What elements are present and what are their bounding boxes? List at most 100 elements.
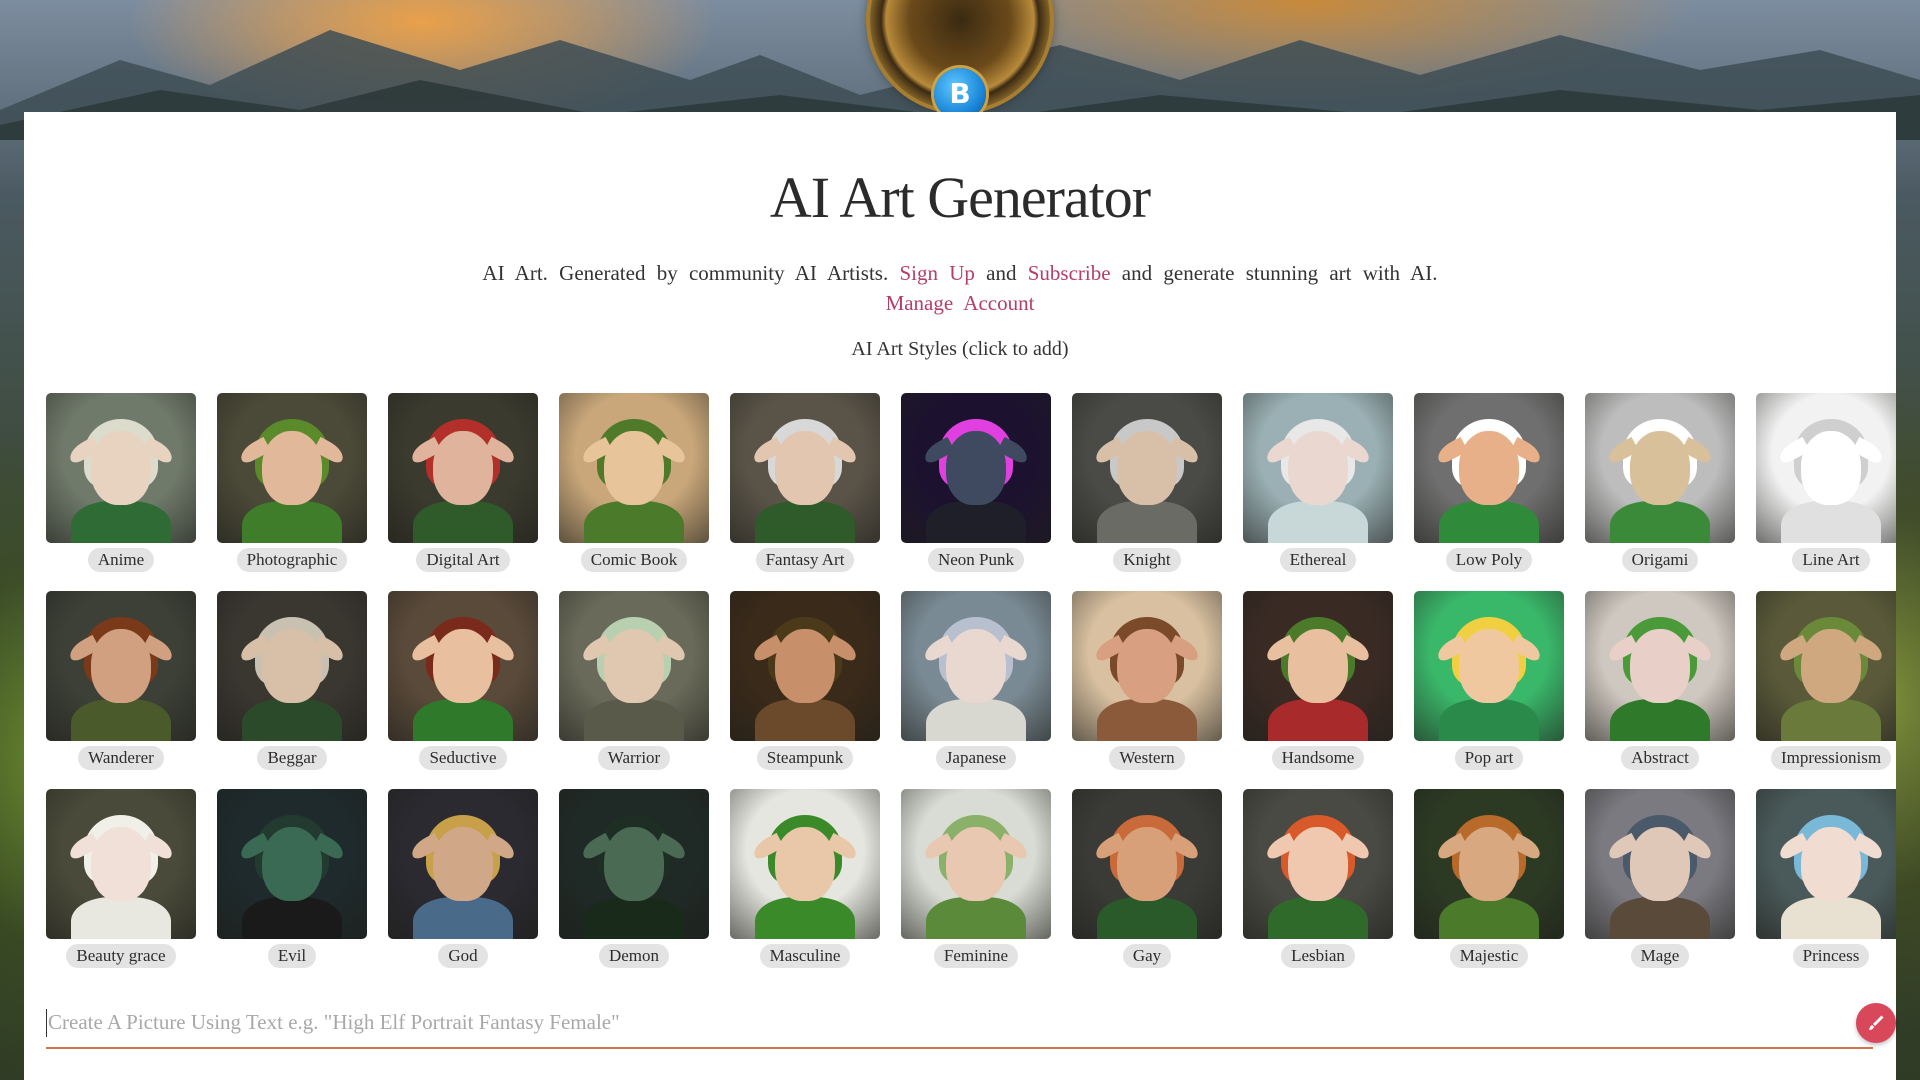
style-thumbnail[interactable] [217,789,367,939]
style-tile-seductive[interactable]: Seductive [388,591,538,776]
style-label[interactable]: Pop art [1414,746,1564,770]
style-label[interactable]: Beauty grace [46,944,196,968]
style-thumbnail[interactable] [1243,591,1393,741]
style-tile-western[interactable]: Western [1072,591,1222,776]
manage-account-link[interactable]: Manage Account [886,291,1035,315]
style-label[interactable]: Anime [46,548,196,572]
style-label[interactable]: Princess [1756,944,1896,968]
style-label[interactable]: Demon [559,944,709,968]
style-thumbnail[interactable] [46,789,196,939]
style-label[interactable]: Low Poly [1414,548,1564,572]
style-label[interactable]: Beggar [217,746,367,770]
style-thumbnail[interactable] [559,789,709,939]
style-thumbnail[interactable] [1072,393,1222,543]
style-thumbnail[interactable] [1414,789,1564,939]
style-label[interactable]: Knight [1072,548,1222,572]
style-thumbnail[interactable] [1585,591,1735,741]
style-label[interactable]: Lesbian [1243,944,1393,968]
style-thumbnail[interactable] [901,591,1051,741]
style-thumbnail[interactable] [1243,393,1393,543]
style-thumbnail[interactable] [559,393,709,543]
style-label[interactable]: Origami [1585,548,1735,572]
style-tile-fantasy-art[interactable]: Fantasy Art [730,393,880,578]
style-label[interactable]: Comic Book [559,548,709,572]
style-label[interactable]: Feminine [901,944,1051,968]
style-tile-gay[interactable]: Gay [1072,789,1222,973]
style-label[interactable]: Western [1072,746,1222,770]
style-tile-origami[interactable]: Origami [1585,393,1735,578]
style-thumbnail[interactable] [217,591,367,741]
style-tile-steampunk[interactable]: Steampunk [730,591,880,776]
style-thumbnail[interactable] [1756,591,1896,741]
style-thumbnail[interactable] [1414,393,1564,543]
style-tile-photographic[interactable]: Photographic [217,393,367,578]
style-tile-warrior[interactable]: Warrior [559,591,709,776]
style-label[interactable]: Evil [217,944,367,968]
style-tile-ethereal[interactable]: Ethereal [1243,393,1393,578]
style-label[interactable]: Fantasy Art [730,548,880,572]
style-tile-mage[interactable]: Mage [1585,789,1735,973]
style-label[interactable]: Impressionism [1756,746,1896,770]
style-thumbnail[interactable] [730,393,880,543]
style-tile-anime[interactable]: Anime [46,393,196,578]
style-tile-low-poly[interactable]: Low Poly [1414,393,1564,578]
style-label[interactable]: Abstract [1585,746,1735,770]
sign-up-link[interactable]: Sign Up [899,261,974,285]
style-label[interactable]: Ethereal [1243,548,1393,572]
style-thumbnail[interactable] [217,393,367,543]
style-tile-knight[interactable]: Knight [1072,393,1222,578]
style-tile-japanese[interactable]: Japanese [901,591,1051,776]
style-thumbnail[interactable] [1756,789,1896,939]
style-thumbnail[interactable] [901,789,1051,939]
style-tile-majestic[interactable]: Majestic [1414,789,1564,973]
style-tile-beggar[interactable]: Beggar [217,591,367,776]
style-thumbnail[interactable] [559,591,709,741]
style-thumbnail[interactable] [1756,393,1896,543]
generate-button[interactable] [1856,1003,1896,1043]
subscribe-link[interactable]: Subscribe [1028,261,1111,285]
style-tile-lesbian[interactable]: Lesbian [1243,789,1393,973]
style-thumbnail[interactable] [46,591,196,741]
prompt-input[interactable] [46,999,1808,1045]
style-label[interactable]: Digital Art [388,548,538,572]
style-thumbnail[interactable] [1072,789,1222,939]
style-thumbnail[interactable] [388,591,538,741]
style-thumbnail[interactable] [46,393,196,543]
style-tile-god[interactable]: God [388,789,538,973]
style-tile-handsome[interactable]: Handsome [1243,591,1393,776]
style-thumbnail[interactable] [730,591,880,741]
style-tile-beauty-grace[interactable]: Beauty grace [46,789,196,973]
style-tile-abstract[interactable]: Abstract [1585,591,1735,776]
style-thumbnail[interactable] [1414,591,1564,741]
style-thumbnail[interactable] [1072,591,1222,741]
style-tile-demon[interactable]: Demon [559,789,709,973]
style-tile-line-art[interactable]: Line Art [1756,393,1896,578]
style-thumbnail[interactable] [901,393,1051,543]
style-label[interactable]: Steampunk [730,746,880,770]
style-thumbnail[interactable] [388,789,538,939]
style-thumbnail[interactable] [388,393,538,543]
style-label[interactable]: Mage [1585,944,1735,968]
style-thumbnail[interactable] [1243,789,1393,939]
style-tile-comic-book[interactable]: Comic Book [559,393,709,578]
style-tile-impressionism[interactable]: Impressionism [1756,591,1896,776]
style-label[interactable]: Handsome [1243,746,1393,770]
style-label[interactable]: Wanderer [46,746,196,770]
style-label[interactable]: Seductive [388,746,538,770]
style-thumbnail[interactable] [1585,393,1735,543]
style-label[interactable]: Photographic [217,548,367,572]
style-label[interactable]: Masculine [730,944,880,968]
style-label[interactable]: God [388,944,538,968]
style-label[interactable]: Line Art [1756,548,1896,572]
style-tile-neon-punk[interactable]: Neon Punk [901,393,1051,578]
style-tile-masculine[interactable]: Masculine [730,789,880,973]
style-label[interactable]: Warrior [559,746,709,770]
style-thumbnail[interactable] [730,789,880,939]
style-tile-feminine[interactable]: Feminine [901,789,1051,973]
style-tile-pop-art[interactable]: Pop art [1414,591,1564,776]
style-label[interactable]: Gay [1072,944,1222,968]
style-tile-wanderer[interactable]: Wanderer [46,591,196,776]
style-label[interactable]: Majestic [1414,944,1564,968]
style-thumbnail[interactable] [1585,789,1735,939]
site-logo[interactable]: B [862,0,1058,120]
